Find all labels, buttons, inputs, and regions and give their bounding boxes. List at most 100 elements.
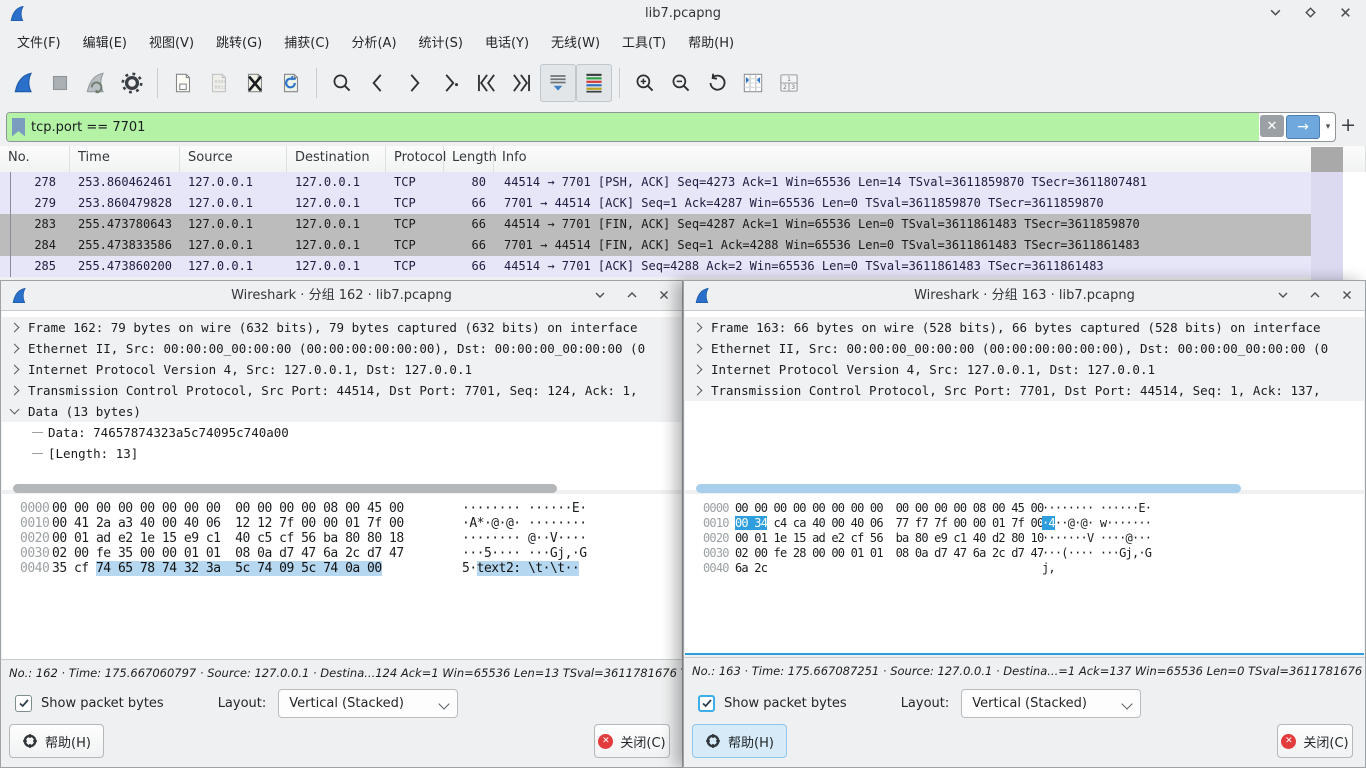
close-icon[interactable] [658, 289, 670, 301]
tree-row[interactable]: Frame 162: 79 bytes on wire (632 bits), … [2, 317, 681, 338]
packet-row[interactable]: 283255.473780643127.0.0.1127.0.0.1TCP664… [0, 214, 1311, 235]
go-last-icon[interactable] [504, 64, 540, 102]
open-file-icon[interactable] [165, 64, 201, 102]
expander-open-icon[interactable] [10, 405, 20, 415]
filter-add-button[interactable]: + [1340, 114, 1356, 136]
maximize-icon[interactable] [1304, 6, 1317, 19]
expander-closed-icon[interactable] [693, 344, 703, 354]
expander-closed-icon[interactable] [693, 323, 703, 333]
column-header-destination[interactable]: Destination [287, 146, 386, 172]
menu-item-7[interactable]: 电话(Y) [474, 30, 540, 58]
go-first-icon[interactable] [468, 64, 504, 102]
hex-row[interactable]: 003002 00 fe 35 00 00 01 01 08 0a d7 47 … [2, 546, 681, 561]
packet-list-scrollbar[interactable] [1311, 172, 1343, 280]
show-packet-bytes-checkbox[interactable] [15, 695, 32, 712]
restart-capture-icon[interactable] [78, 64, 114, 102]
help-button[interactable]: 帮助(H) [9, 724, 104, 758]
hex-dump[interactable]: 000000 00 00 00 00 00 00 00 00 00 00 00 … [685, 494, 1364, 655]
bookmark-icon[interactable] [12, 118, 25, 137]
tree-row[interactable]: Data (13 bytes) [2, 401, 681, 422]
expander-closed-icon[interactable] [10, 386, 20, 396]
zoom-out-icon[interactable] [663, 64, 699, 102]
tree-horizontal-scrollbar[interactable] [13, 484, 557, 493]
hex-row[interactable]: 004035 cf 74 65 78 74 32 3a 5c 74 09 5c … [2, 561, 681, 576]
show-packet-bytes-checkbox[interactable] [698, 695, 715, 712]
filter-dropdown-caret[interactable]: ▾ [1321, 113, 1335, 141]
reload-file-icon[interactable] [273, 64, 309, 102]
expander-closed-icon[interactable] [693, 365, 703, 375]
menu-item-4[interactable]: 捕获(C) [273, 30, 340, 58]
hex-row[interactable]: 000000 00 00 00 00 00 00 00 00 00 00 00 … [2, 501, 681, 516]
close-icon[interactable] [1339, 6, 1352, 19]
menu-item-6[interactable]: 统计(S) [408, 30, 474, 58]
start-capture-icon[interactable] [6, 64, 42, 102]
tree-row[interactable]: Transmission Control Protocol, Src Port:… [2, 380, 681, 401]
find-packet-icon[interactable] [324, 64, 360, 102]
restore-icon[interactable] [1309, 289, 1321, 301]
menu-item-2[interactable]: 视图(V) [138, 30, 205, 58]
column-header-protocol[interactable]: Protocol [386, 146, 444, 172]
column-header-info[interactable]: Info [494, 146, 1366, 172]
expander-closed-icon[interactable] [10, 365, 20, 375]
tree-row[interactable]: Internet Protocol Version 4, Src: 127.0.… [2, 359, 681, 380]
colorize-icon[interactable] [576, 64, 612, 102]
hex-row[interactable]: 002000 01 1e 15 ad e2 cf 56 ba 80 e9 c1 … [685, 531, 1364, 546]
dialog-titlebar[interactable]: Wireshark · 分组 163 · lib7.pcapng [684, 281, 1365, 311]
protocol-tree[interactable]: Frame 163: 66 bytes on wire (528 bits), … [685, 311, 1364, 490]
menu-item-0[interactable]: 文件(F) [6, 30, 72, 58]
resize-columns-icon[interactable] [735, 64, 771, 102]
expander-closed-icon[interactable] [10, 323, 20, 333]
minimize-icon[interactable] [1269, 6, 1282, 19]
menu-item-1[interactable]: 编辑(E) [72, 30, 138, 58]
menu-item-5[interactable]: 分析(A) [340, 30, 407, 58]
close-button[interactable]: ✕ 关闭(C) [594, 724, 670, 758]
tree-row[interactable]: Ethernet II, Src: 00:00:00_00:00:00 (00:… [2, 338, 681, 359]
menu-item-8[interactable]: 无线(W) [540, 30, 611, 58]
tree-row[interactable]: Frame 163: 66 bytes on wire (528 bits), … [685, 317, 1364, 338]
close-icon[interactable] [1341, 289, 1353, 301]
column-header-time[interactable]: Time [70, 146, 180, 172]
packet-row[interactable]: 284255.473833586127.0.0.1127.0.0.1TCP667… [0, 235, 1311, 256]
layout-select[interactable]: Vertical (Stacked) [961, 689, 1141, 718]
stop-capture-icon[interactable] [42, 64, 78, 102]
hex-row[interactable]: 002000 01 ad e2 1e 15 e9 c1 40 c5 cf 56 … [2, 531, 681, 546]
restore-icon[interactable] [626, 289, 638, 301]
packet-row[interactable]: 279253.860479828127.0.0.1127.0.0.1TCP667… [0, 193, 1311, 214]
save-file-icon[interactable]: 01010011 [201, 64, 237, 102]
dialog-titlebar[interactable]: Wireshark · 分组 162 · lib7.pcapng [1, 281, 682, 311]
help-button[interactable]: 帮助(H) [692, 724, 787, 758]
zoom-reset-icon[interactable] [699, 64, 735, 102]
hex-row[interactable]: 001000 34 c4 ca 40 00 40 06 77 f7 7f 00 … [685, 516, 1364, 531]
layout-select[interactable]: Vertical (Stacked) [278, 689, 458, 718]
close-file-icon[interactable] [237, 64, 273, 102]
column-header-no[interactable]: No. [0, 146, 70, 172]
minimize-icon[interactable] [1277, 289, 1289, 301]
packet-list-header[interactable]: No.TimeSourceDestinationProtocolLengthIn… [0, 146, 1366, 173]
column-header-source[interactable]: Source [180, 146, 287, 172]
packet-row[interactable]: 285255.473860200127.0.0.1127.0.0.1TCP664… [0, 256, 1311, 277]
hex-row[interactable]: 000000 00 00 00 00 00 00 00 00 00 00 00 … [685, 501, 1364, 516]
zoom-in-icon[interactable] [627, 64, 663, 102]
hex-dump[interactable]: 000000 00 00 00 00 00 00 00 00 00 00 00 … [2, 494, 681, 659]
menu-item-9[interactable]: 工具(T) [611, 30, 677, 58]
packet-row[interactable]: 278253.860462461127.0.0.1127.0.0.1TCP804… [0, 172, 1311, 193]
protocol-tree[interactable]: Frame 162: 79 bytes on wire (632 bits), … [2, 311, 681, 490]
tree-row[interactable]: Data: 74657874323a5c74095c740a00 [2, 422, 681, 443]
display-filter-input[interactable] [29, 112, 1259, 142]
tree-row[interactable]: Transmission Control Protocol, Src Port:… [685, 380, 1364, 401]
go-forward-icon[interactable] [396, 64, 432, 102]
filter-apply-button[interactable]: → [1286, 115, 1320, 139]
column-header-length[interactable]: Length [444, 146, 494, 172]
expander-closed-icon[interactable] [693, 386, 703, 396]
hex-row[interactable]: 003002 00 fe 28 00 00 01 01 08 0a d7 47 … [685, 546, 1364, 561]
hex-row[interactable]: 00406a 2cj, [685, 561, 1364, 576]
filter-clear-button[interactable]: ✕ [1260, 115, 1284, 137]
tree-row[interactable]: Ethernet II, Src: 00:00:00_00:00:00 (00:… [685, 338, 1364, 359]
tree-row[interactable]: Internet Protocol Version 4, Src: 127.0.… [685, 359, 1364, 380]
auto-scroll-icon[interactable] [540, 64, 576, 102]
minimize-icon[interactable] [594, 289, 606, 301]
tree-row[interactable]: [Length: 13] [2, 443, 681, 464]
menu-item-3[interactable]: 跳转(G) [205, 30, 273, 58]
expander-closed-icon[interactable] [10, 344, 20, 354]
go-to-packet-icon[interactable] [432, 64, 468, 102]
